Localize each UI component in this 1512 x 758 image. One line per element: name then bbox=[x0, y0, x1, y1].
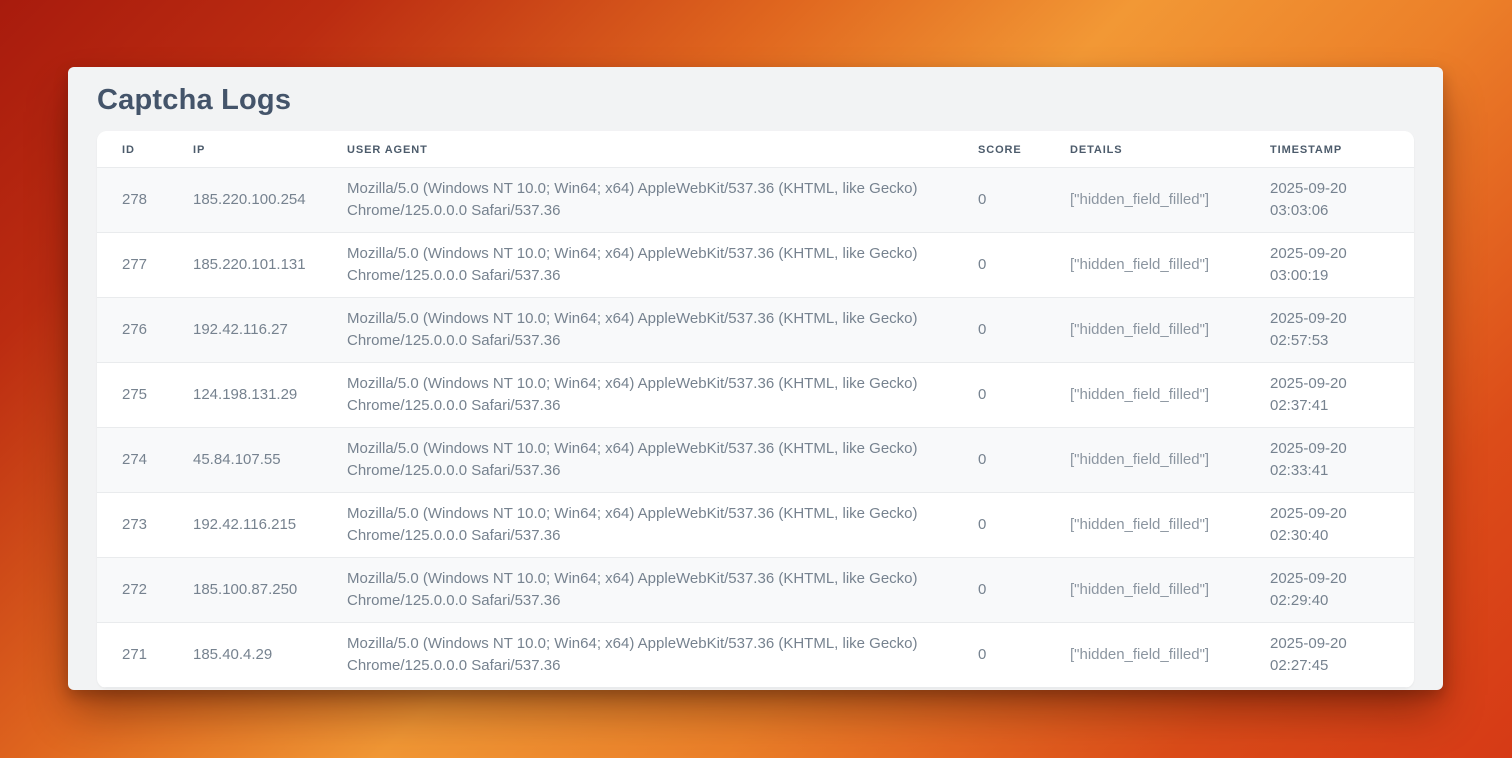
column-header-ua: USER AGENT bbox=[347, 131, 978, 168]
table-row: 271185.40.4.29Mozilla/5.0 (Windows NT 10… bbox=[97, 623, 1414, 688]
cell-ua: Mozilla/5.0 (Windows NT 10.0; Win64; x64… bbox=[347, 558, 978, 623]
cell-ua: Mozilla/5.0 (Windows NT 10.0; Win64; x64… bbox=[347, 623, 978, 688]
cell-ip: 185.220.100.254 bbox=[193, 168, 347, 233]
cell-ip: 192.42.116.27 bbox=[193, 298, 347, 363]
cell-ts: 2025-09-20 03:00:19 bbox=[1270, 233, 1414, 298]
logs-table-card: IDIPUSER AGENTSCOREDETAILSTIMESTAMP 2781… bbox=[97, 131, 1414, 688]
cell-score: 0 bbox=[978, 623, 1070, 688]
page-title: Captcha Logs bbox=[97, 84, 1414, 116]
cell-ua: Mozilla/5.0 (Windows NT 10.0; Win64; x64… bbox=[347, 493, 978, 558]
cell-details: ["hidden_field_filled"] bbox=[1070, 493, 1270, 558]
cell-ip: 192.42.116.215 bbox=[193, 493, 347, 558]
table-row: 276192.42.116.27Mozilla/5.0 (Windows NT … bbox=[97, 298, 1414, 363]
cell-id: 271 bbox=[97, 623, 193, 688]
cell-ua: Mozilla/5.0 (Windows NT 10.0; Win64; x64… bbox=[347, 428, 978, 493]
table-row: 277185.220.101.131Mozilla/5.0 (Windows N… bbox=[97, 233, 1414, 298]
cell-details: ["hidden_field_filled"] bbox=[1070, 623, 1270, 688]
cell-score: 0 bbox=[978, 558, 1070, 623]
cell-id: 273 bbox=[97, 493, 193, 558]
table-row: 273192.42.116.215Mozilla/5.0 (Windows NT… bbox=[97, 493, 1414, 558]
column-header-score: SCORE bbox=[978, 131, 1070, 168]
cell-ua: Mozilla/5.0 (Windows NT 10.0; Win64; x64… bbox=[347, 298, 978, 363]
cell-id: 272 bbox=[97, 558, 193, 623]
cell-details: ["hidden_field_filled"] bbox=[1070, 233, 1270, 298]
cell-ts: 2025-09-20 02:37:41 bbox=[1270, 363, 1414, 428]
table-body: 278185.220.100.254Mozilla/5.0 (Windows N… bbox=[97, 168, 1414, 688]
cell-ts: 2025-09-20 02:27:45 bbox=[1270, 623, 1414, 688]
cell-ip: 185.40.4.29 bbox=[193, 623, 347, 688]
cell-ip: 185.220.101.131 bbox=[193, 233, 347, 298]
cell-score: 0 bbox=[978, 493, 1070, 558]
column-header-ip: IP bbox=[193, 131, 347, 168]
cell-ua: Mozilla/5.0 (Windows NT 10.0; Win64; x64… bbox=[347, 363, 978, 428]
cell-details: ["hidden_field_filled"] bbox=[1070, 363, 1270, 428]
cell-details: ["hidden_field_filled"] bbox=[1070, 168, 1270, 233]
cell-score: 0 bbox=[978, 363, 1070, 428]
table-row: 272185.100.87.250Mozilla/5.0 (Windows NT… bbox=[97, 558, 1414, 623]
table-row: 27445.84.107.55Mozilla/5.0 (Windows NT 1… bbox=[97, 428, 1414, 493]
cell-score: 0 bbox=[978, 428, 1070, 493]
captcha-logs-table: IDIPUSER AGENTSCOREDETAILSTIMESTAMP 2781… bbox=[97, 131, 1414, 688]
cell-score: 0 bbox=[978, 233, 1070, 298]
cell-ts: 2025-09-20 02:29:40 bbox=[1270, 558, 1414, 623]
cell-ip: 124.198.131.29 bbox=[193, 363, 347, 428]
cell-ip: 45.84.107.55 bbox=[193, 428, 347, 493]
table-row: 278185.220.100.254Mozilla/5.0 (Windows N… bbox=[97, 168, 1414, 233]
cell-id: 274 bbox=[97, 428, 193, 493]
cell-id: 278 bbox=[97, 168, 193, 233]
cell-id: 277 bbox=[97, 233, 193, 298]
cell-ua: Mozilla/5.0 (Windows NT 10.0; Win64; x64… bbox=[347, 168, 978, 233]
cell-details: ["hidden_field_filled"] bbox=[1070, 428, 1270, 493]
cell-ts: 2025-09-20 03:03:06 bbox=[1270, 168, 1414, 233]
table-header-row: IDIPUSER AGENTSCOREDETAILSTIMESTAMP bbox=[97, 131, 1414, 168]
cell-ts: 2025-09-20 02:30:40 bbox=[1270, 493, 1414, 558]
cell-ip: 185.100.87.250 bbox=[193, 558, 347, 623]
table-row: 275124.198.131.29Mozilla/5.0 (Windows NT… bbox=[97, 363, 1414, 428]
column-header-details: DETAILS bbox=[1070, 131, 1270, 168]
cell-ts: 2025-09-20 02:33:41 bbox=[1270, 428, 1414, 493]
cell-details: ["hidden_field_filled"] bbox=[1070, 298, 1270, 363]
cell-score: 0 bbox=[978, 298, 1070, 363]
column-header-id: ID bbox=[97, 131, 193, 168]
cell-id: 275 bbox=[97, 363, 193, 428]
cell-details: ["hidden_field_filled"] bbox=[1070, 558, 1270, 623]
cell-score: 0 bbox=[978, 168, 1070, 233]
captcha-logs-panel: Captcha Logs IDIPUSER AGENTSCOREDETAILST… bbox=[68, 67, 1443, 690]
column-header-ts: TIMESTAMP bbox=[1270, 131, 1414, 168]
cell-ua: Mozilla/5.0 (Windows NT 10.0; Win64; x64… bbox=[347, 233, 978, 298]
cell-id: 276 bbox=[97, 298, 193, 363]
cell-ts: 2025-09-20 02:57:53 bbox=[1270, 298, 1414, 363]
